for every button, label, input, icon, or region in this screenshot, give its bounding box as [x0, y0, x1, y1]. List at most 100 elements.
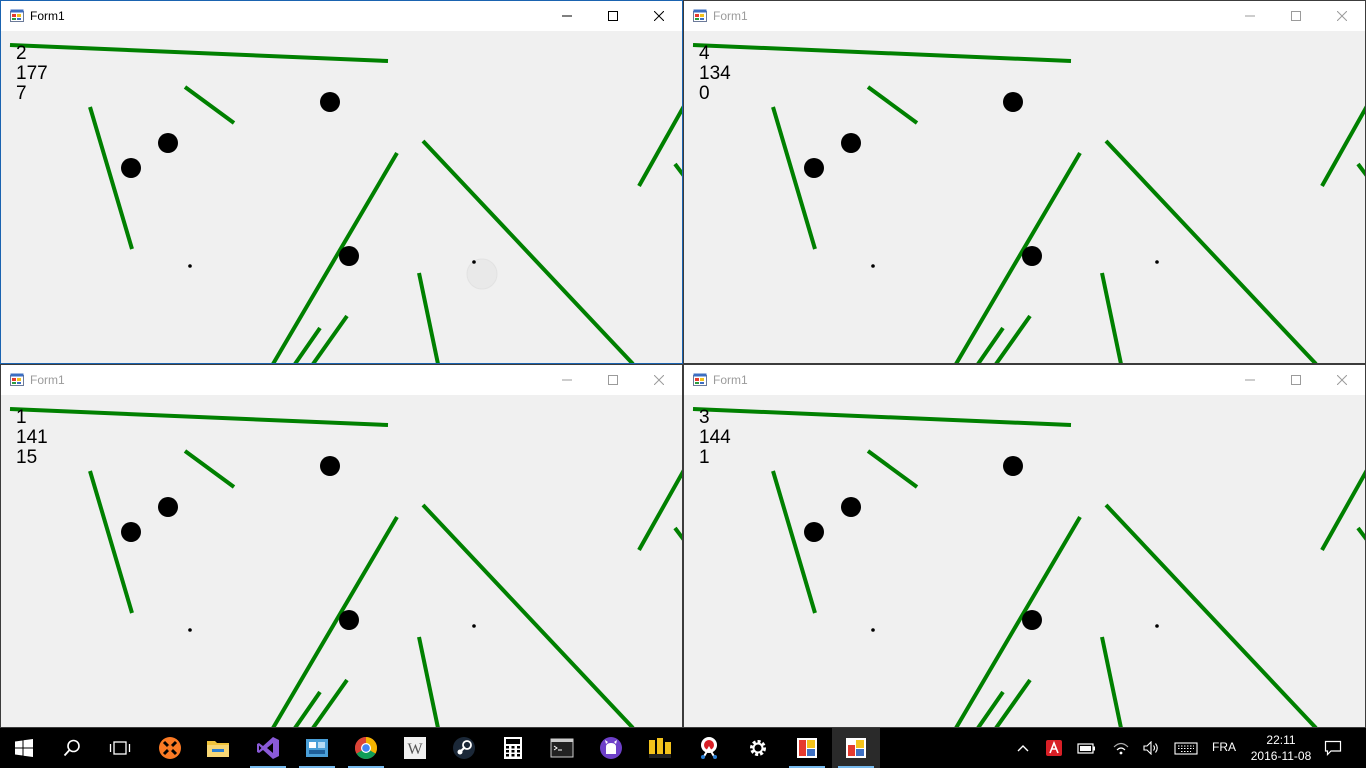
taskbar-chrome-button[interactable] [342, 728, 390, 768]
title-bar[interactable]: Form1 [1, 365, 682, 395]
volume-icon[interactable] [1138, 728, 1164, 768]
title-bar[interactable]: Form1 [1, 1, 682, 31]
wall-line [421, 503, 635, 727]
minimize-button[interactable] [544, 365, 590, 395]
window-title: Form1 [713, 373, 748, 387]
ball [121, 522, 141, 542]
command-prompt-icon [550, 738, 574, 758]
window-title: Form1 [30, 9, 65, 23]
maximize-button[interactable] [1273, 365, 1319, 395]
wall-line [88, 470, 134, 614]
form-window-2[interactable]: Form1 4 134 0 [683, 0, 1366, 364]
wifi-icon[interactable] [1108, 728, 1134, 768]
battery-icon[interactable] [1074, 728, 1100, 768]
paint-icon [648, 736, 672, 760]
taskbar-visual-studio-button[interactable] [244, 728, 292, 768]
ball [841, 133, 861, 153]
keyboard-icon[interactable] [1172, 728, 1200, 768]
maximize-button[interactable] [590, 365, 636, 395]
form-window-1[interactable]: Form1 2 177 7 [0, 0, 683, 364]
stat-value: 7 [16, 83, 27, 104]
taskbar-form-app-active-button[interactable] [832, 728, 880, 768]
taskbar-search-button[interactable] [48, 728, 96, 768]
small-ball [472, 260, 476, 264]
game-canvas[interactable]: 2 177 7 [1, 31, 682, 363]
small-ball [472, 624, 476, 628]
ball [1003, 456, 1023, 476]
maximize-button[interactable] [1273, 1, 1319, 31]
ball [804, 158, 824, 178]
taskbar-file-explorer-button[interactable] [194, 728, 242, 768]
taskbar-settings-button[interactable] [734, 728, 782, 768]
stat-value: 144 [699, 427, 731, 448]
minimize-button[interactable] [1227, 365, 1273, 395]
avira-icon[interactable] [1042, 728, 1066, 768]
minimize-button[interactable] [1227, 1, 1273, 31]
ball [320, 456, 340, 476]
taskbar-calculator-button[interactable] [489, 728, 537, 768]
taskbar-xampp-button[interactable] [146, 728, 194, 768]
stat-value: 141 [16, 427, 48, 448]
wall-line [637, 469, 682, 551]
small-ball [1155, 260, 1159, 264]
svg-text:W: W [407, 741, 423, 758]
taskbar-task-view-button[interactable] [96, 728, 144, 768]
ball [804, 522, 824, 542]
clock-date: 2016-11-08 [1250, 749, 1312, 763]
minimize-icon [562, 379, 572, 381]
stats-readout: 4 134 0 [699, 44, 731, 104]
game-canvas[interactable]: 4 134 0 [684, 31, 1365, 363]
close-button[interactable] [1319, 1, 1365, 31]
app-icon [305, 737, 329, 759]
close-button[interactable] [636, 1, 682, 31]
playfield [692, 43, 1365, 363]
ball [339, 610, 359, 630]
taskbar-snipping-tool-button[interactable] [685, 728, 733, 768]
close-button[interactable] [636, 365, 682, 395]
ball [1022, 246, 1042, 266]
chevron-up-icon[interactable] [1010, 728, 1036, 768]
ball [339, 246, 359, 266]
form-app-icon-active [845, 737, 867, 759]
game-canvas[interactable]: 1 141 15 [1, 395, 682, 727]
form-window-4[interactable]: Form1 3 144 1 [683, 364, 1366, 728]
maximize-icon [608, 11, 618, 21]
minimize-icon [1245, 379, 1255, 381]
small-ball [871, 628, 875, 632]
title-bar[interactable]: Form1 [684, 365, 1365, 395]
taskbar-command-prompt-button[interactable] [538, 728, 586, 768]
clock[interactable]: 22:11 2016-11-08 [1248, 732, 1314, 764]
language-indicator[interactable]: FRA [1212, 740, 1236, 754]
taskbar: W FRA 22:11 2016-11-08 [0, 728, 1366, 768]
maximize-icon [1291, 375, 1301, 385]
title-bar[interactable]: Form1 [684, 1, 1365, 31]
wall-line [1320, 469, 1365, 551]
search-icon [63, 739, 81, 757]
stats-readout: 2 177 7 [16, 44, 48, 104]
taskbar-steam-button[interactable] [440, 728, 488, 768]
minimize-button[interactable] [544, 1, 590, 31]
steam-icon [452, 736, 476, 760]
taskbar-github-button[interactable] [587, 728, 635, 768]
notification-icon[interactable] [1318, 728, 1348, 768]
chrome-icon [354, 736, 378, 760]
form-window-3[interactable]: Form1 1 141 15 [0, 364, 683, 728]
github-icon [599, 736, 623, 760]
taskbar-word-button[interactable]: W [391, 728, 439, 768]
ball [1003, 92, 1023, 112]
taskbar-paint-button[interactable] [636, 728, 684, 768]
taskbar-start-button[interactable] [0, 728, 48, 768]
game-canvas[interactable]: 3 144 1 [684, 395, 1365, 727]
xampp-icon [158, 736, 182, 760]
maximize-button[interactable] [590, 1, 636, 31]
stat-value: 2 [16, 43, 27, 64]
wall-line [9, 43, 389, 63]
taskbar-app-button[interactable] [293, 728, 341, 768]
small-ball [188, 264, 192, 268]
wall-line [1100, 636, 1123, 727]
taskbar-form-app-button[interactable] [783, 728, 831, 768]
wall-line [183, 85, 236, 125]
close-button[interactable] [1319, 365, 1365, 395]
wall-line [1356, 526, 1365, 541]
wall-line [1320, 105, 1365, 187]
